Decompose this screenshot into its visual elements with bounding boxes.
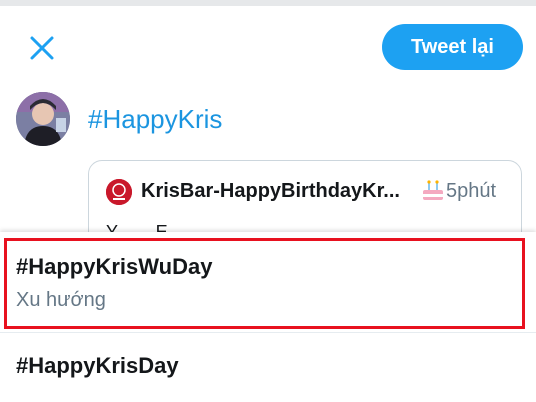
suggestion-subtitle: Xu hướng bbox=[16, 289, 106, 311]
quoted-author-name: KrisBar-HappyBirthdayKr... bbox=[141, 180, 400, 202]
suggestion-item[interactable]: #HappyKrisWuDay Xu hướng bbox=[0, 232, 536, 332]
quoted-tweet-time: 5phút bbox=[446, 180, 497, 202]
suggestion-hashtag: #HappyKrisWuDay bbox=[16, 254, 213, 279]
close-button[interactable] bbox=[22, 28, 62, 68]
suggestion-hashtag: #HappyKrisDay bbox=[16, 353, 179, 378]
suggestion-item[interactable]: #HappyKrisDay bbox=[0, 332, 536, 402]
retweet-button[interactable]: Tweet lại bbox=[382, 24, 523, 70]
tweet-text[interactable]: #HappyKris bbox=[88, 104, 222, 135]
avatar bbox=[16, 92, 70, 146]
quoted-author-avatar bbox=[106, 179, 132, 205]
birthday-cake-icon bbox=[423, 180, 443, 200]
hashtag-suggestions: #HappyKrisWuDay Xu hướng #HappyKrisDay bbox=[0, 232, 536, 402]
compose-header: Tweet lại bbox=[0, 6, 536, 82]
close-icon bbox=[30, 36, 54, 60]
composer: #HappyKris KrisBar-HappyBirthdayKr... 5p… bbox=[0, 82, 536, 250]
